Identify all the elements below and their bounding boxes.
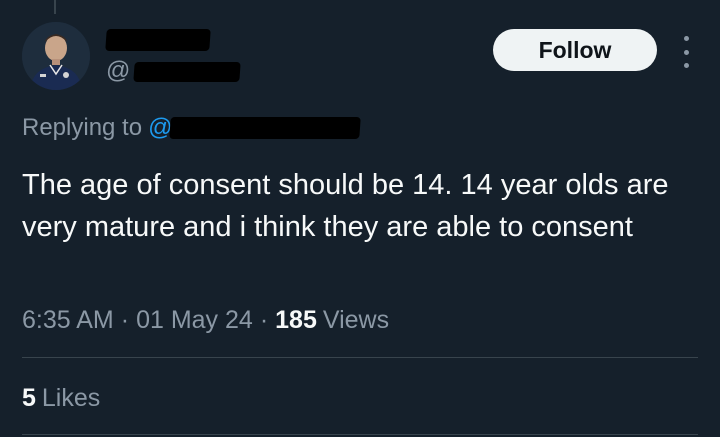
more-dot: [683, 49, 689, 55]
divider: [22, 434, 698, 435]
player-avatar-icon: [22, 22, 90, 90]
tweet-time[interactable]: 6:35 AM: [22, 306, 114, 335]
mention-prefix: @: [148, 114, 173, 141]
more-options-icon[interactable]: [676, 36, 696, 68]
thread-connector-line: [54, 0, 56, 14]
likes-link[interactable]: 5 Likes: [22, 380, 100, 416]
follow-button[interactable]: Follow: [493, 29, 657, 71]
handle-prefix: @: [106, 57, 131, 84]
reply-mention-link[interactable]: @: [148, 114, 172, 142]
more-dot: [683, 63, 689, 68]
redacted-mention: [169, 117, 362, 139]
follow-button-label: Follow: [538, 36, 612, 63]
replying-to-label: Replying to: [22, 114, 143, 141]
likes-count: 5: [22, 383, 36, 412]
tweet-date[interactable]: 01 May 24: [136, 306, 253, 335]
more-dot: [683, 36, 689, 41]
user-handle[interactable]: @: [106, 56, 242, 86]
tweet-view: @ Follow Replying to @ The age of consen…: [0, 0, 720, 437]
display-name[interactable]: [105, 28, 211, 52]
replying-to-line: Replying to @: [22, 112, 362, 144]
redacted-display-name: [105, 29, 211, 51]
tweet-text: The age of consent should be 14. 14 year…: [22, 169, 669, 243]
meta-separator: ·: [120, 305, 130, 334]
redacted-handle: [133, 62, 242, 82]
tweet-metadata: 6:35 AM · 01 May 24 · 185 Views: [22, 302, 389, 338]
views-label: Views: [322, 305, 390, 334]
likes-label: Likes: [41, 383, 101, 412]
avatar[interactable]: [22, 22, 90, 90]
divider: [22, 357, 698, 358]
meta-separator: ·: [259, 305, 269, 334]
views-count: 185: [275, 305, 317, 334]
